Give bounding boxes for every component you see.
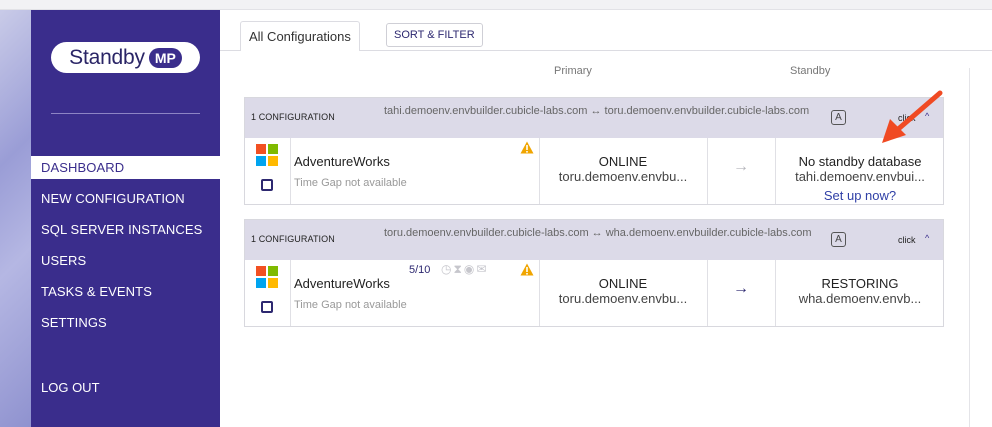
configuration-name: toru.demoenv.envbuilder.cubicle-labs.com… (384, 227, 812, 239)
sidebar-nav: DASHBOARD NEW CONFIGURATION SQL SERVER I… (31, 156, 220, 338)
tab-all-configurations[interactable]: All Configurations (240, 21, 360, 51)
primary-status: ONLINE (598, 276, 648, 291)
database-name[interactable]: AdventureWorks (294, 154, 390, 169)
select-checkbox[interactable] (261, 179, 273, 191)
collapse-caret-icon[interactable]: ^ (925, 233, 929, 243)
backup-ratio: 5/10 (409, 264, 431, 276)
availability-badge: A (831, 110, 846, 125)
sidebar-item-new-configuration[interactable]: NEW CONFIGURATION (31, 183, 220, 214)
windows-logo-icon (256, 266, 278, 288)
database-row: AdventureWorks Time Gap not available ON… (245, 138, 943, 204)
replication-arrow-icon: → (733, 280, 749, 297)
sidebar-item-dashboard[interactable]: DASHBOARD (31, 156, 220, 179)
sidebar-item-users[interactable]: USERS (31, 245, 220, 276)
database-name[interactable]: AdventureWorks (294, 276, 390, 291)
standby-status: No standby database (798, 154, 922, 169)
configuration-header[interactable]: 1 CONFIGURATION toru.demoenv.envbuilder.… (245, 220, 943, 260)
sidebar-item-sql-server-instances[interactable]: SQL SERVER INSTANCES (31, 214, 220, 245)
setup-standby-link[interactable]: Set up now? (775, 188, 945, 203)
clock-icon: ◷ (441, 262, 454, 276)
primary-host: toru.demoenv.envbu... (558, 169, 688, 184)
top-bar (0, 0, 992, 10)
standby-host: tahi.demoenv.envbui... (795, 169, 925, 184)
sidebar-item-tasks-events[interactable]: TASKS & EVENTS (31, 276, 220, 307)
warning-triangle-icon (520, 263, 534, 276)
app-window: Standby MP DASHBOARD NEW CONFIGURATION S… (0, 0, 992, 427)
annotation-arrow-icon (882, 90, 943, 143)
click-label[interactable]: click (898, 235, 916, 245)
standby-status: RESTORING (821, 276, 899, 291)
availability-badge: A (831, 232, 846, 247)
standby-host: wha.demoenv.envb... (798, 291, 922, 306)
configuration-count: 1 CONFIGURATION (251, 112, 335, 122)
mail-icon: ✉ (476, 262, 489, 276)
select-checkbox[interactable] (261, 301, 273, 313)
sidebar-divider (51, 113, 200, 114)
configuration-card: 1 CONFIGURATION toru.demoenv.envbuilder.… (244, 219, 944, 327)
warning-triangle-icon (520, 141, 534, 154)
sort-filter-button[interactable]: SORT & FILTER (386, 23, 483, 47)
primary-status: ONLINE (598, 154, 648, 169)
right-panel-divider (969, 68, 970, 427)
primary-host: toru.demoenv.envbu... (558, 291, 688, 306)
configuration-count: 1 CONFIGURATION (251, 234, 335, 244)
hourglass-icon: ⧗ (453, 262, 464, 276)
background-gradient (0, 10, 31, 427)
configuration-header[interactable]: 1 CONFIGURATION tahi.demoenv.envbuilder.… (245, 98, 943, 138)
cell-divider (290, 260, 291, 326)
sidebar: Standby MP DASHBOARD NEW CONFIGURATION S… (31, 10, 220, 427)
windows-logo-icon (256, 144, 278, 166)
configuration-name: tahi.demoenv.envbuilder.cubicle-labs.com… (384, 105, 810, 117)
replication-arrow-icon: → (733, 158, 749, 175)
sidebar-item-settings[interactable]: SETTINGS (31, 307, 220, 338)
status-icons: ◷⧗◉✉ (441, 262, 488, 277)
logo-text: Standby (69, 45, 145, 69)
configuration-card: 1 CONFIGURATION tahi.demoenv.envbuilder.… (244, 97, 944, 205)
app-logo[interactable]: Standby MP (51, 42, 200, 73)
logout-button[interactable]: LOG OUT (41, 380, 100, 395)
cell-divider (290, 138, 291, 204)
time-gap-text: Time Gap not available (294, 299, 407, 311)
database-row: AdventureWorks Time Gap not available 5/… (245, 260, 943, 326)
eye-icon: ◉ (463, 262, 477, 276)
logo-badge: MP (148, 47, 182, 68)
time-gap-text: Time Gap not available (294, 177, 407, 189)
column-header-primary: Primary (554, 65, 592, 77)
column-header-standby: Standby (790, 65, 831, 77)
